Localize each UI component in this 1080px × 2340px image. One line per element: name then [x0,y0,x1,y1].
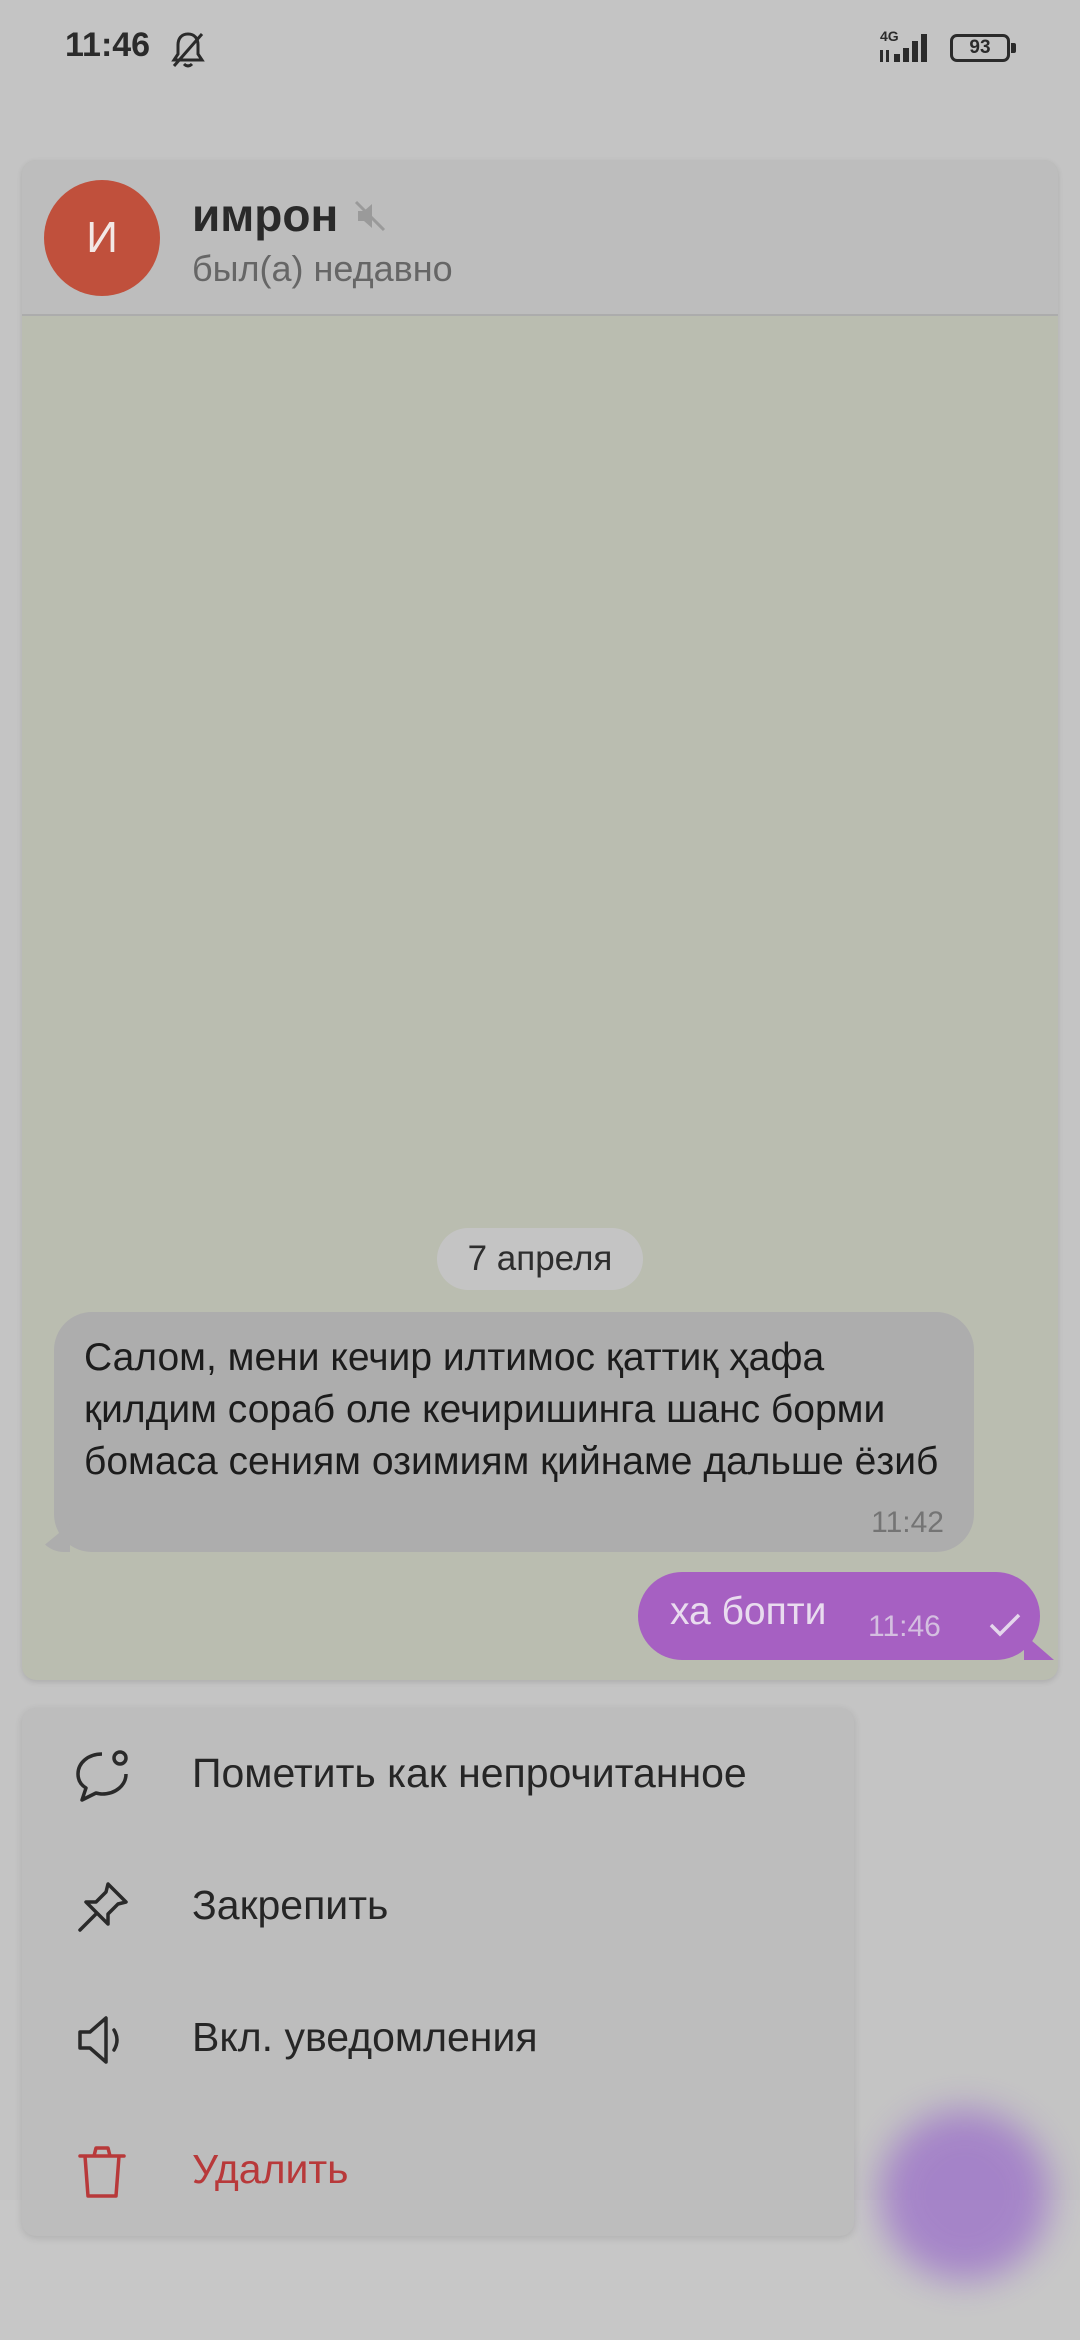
menu-item-label: Пометить как непрочитанное [192,1750,747,1796]
message-time: 11:46 [868,1610,941,1643]
bell-off-icon [171,32,205,68]
context-menu: Пометить как непрочитанное Закрепить Вкл… [22,1708,854,2236]
menu-item-mark-unread[interactable]: Пометить как непрочитанное [22,1708,854,1840]
contact-status: был(а) недавно [192,248,453,289]
chat-header: И имрон был(а) недавно [22,160,1058,316]
floating-action-button-blurred [880,2110,1050,2280]
signal-icon: 4G [876,28,934,66]
message-text: ха бопти [670,1590,827,1633]
battery-icon: 93 [950,34,1016,62]
menu-item-delete[interactable]: Удалить [22,2104,854,2236]
status-time: 11:46 [65,26,151,64]
outgoing-message[interactable]: ха бопти 11:46 [638,1572,1040,1660]
date-separator: 7 апреля [437,1228,643,1290]
muted-icon [354,200,386,232]
menu-item-label: Удалить [192,2146,349,2192]
chat-preview[interactable]: И имрон был(а) недавно 7 апреля Салом, м… [22,160,1058,1680]
contact-name: имрон [192,189,339,241]
message-time: 11:42 [871,1506,944,1539]
menu-item-label: Закрепить [192,1882,389,1928]
pin-icon [78,1882,128,1932]
menu-item-enable-notifications[interactable]: Вкл. уведомления [22,1972,854,2104]
check-icon [989,1613,1021,1637]
incoming-message[interactable]: Салом, мени кечир илтимос қаттиқ ҳафа қи… [54,1312,974,1552]
status-bar: 11:46 4G 93 [0,0,1080,100]
menu-item-label: Вкл. уведомления [192,2014,538,2060]
trash-icon [78,2146,126,2198]
speaker-icon [78,2016,119,2064]
avatar: И [44,180,160,296]
message-text: Салом, мени кечир илтимос қаттиқ ҳафа қи… [84,1336,939,1483]
chat-bubble-dot-icon [76,1750,128,1802]
menu-item-pin[interactable]: Закрепить [22,1840,854,1972]
